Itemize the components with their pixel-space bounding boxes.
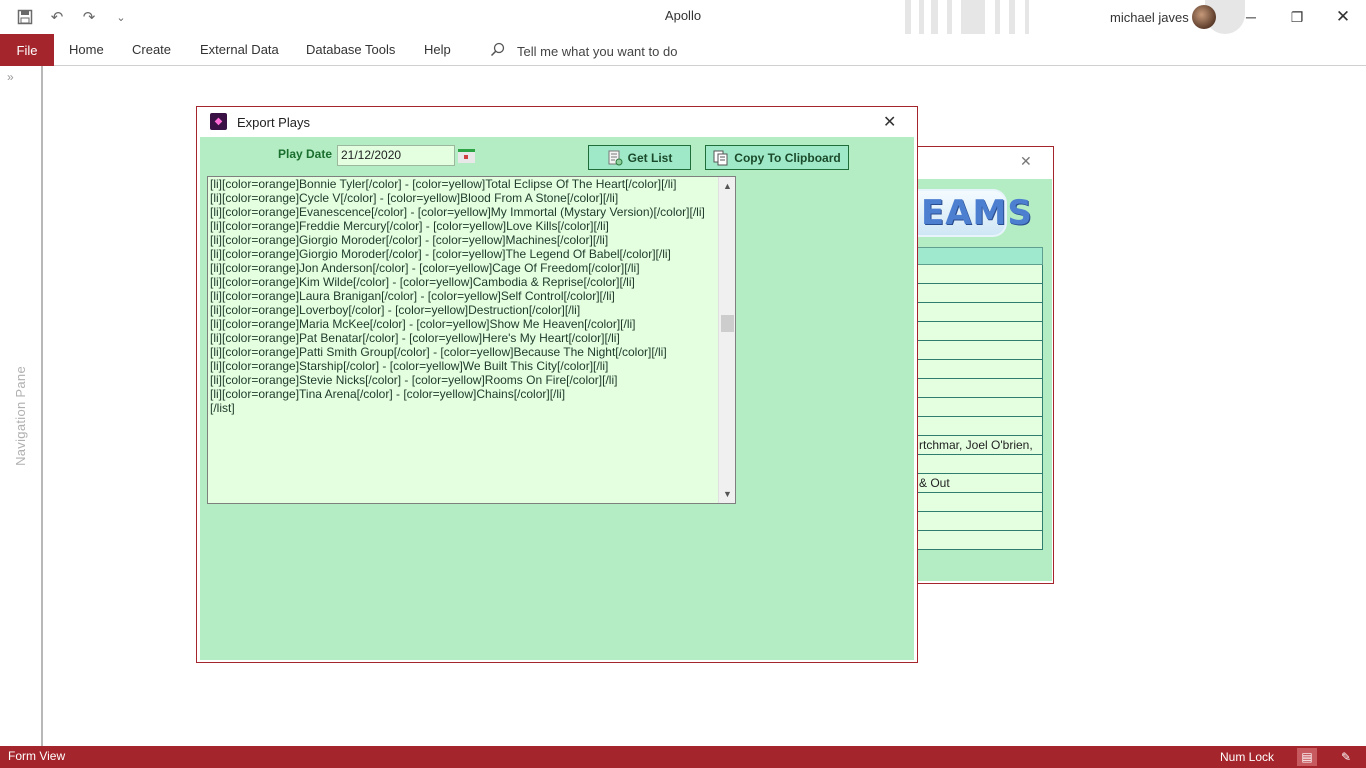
avatar[interactable] xyxy=(1192,5,1216,29)
text-line: [li][color=orange]Loverboy[/color] - [co… xyxy=(210,303,581,317)
table-row[interactable] xyxy=(917,455,1043,474)
table-row[interactable]: & Out xyxy=(917,474,1043,493)
status-view-name: Form View xyxy=(8,749,66,763)
navigation-pane[interactable]: » Navigation Pane xyxy=(0,66,43,746)
dialog-body: Play Date 21/12/2020 Get List Copy To Cl… xyxy=(200,137,914,660)
tab-create[interactable]: Create xyxy=(132,42,171,57)
table-row[interactable] xyxy=(917,303,1043,322)
export-text-area[interactable]: [li][color=orange]Bonnie Tyler[/color] -… xyxy=(207,176,736,504)
table-row[interactable] xyxy=(917,379,1043,398)
text-line: [li][color=orange]Starship[/color] - [co… xyxy=(210,359,609,373)
title-bar: ↶ ↷ ⌄ Apollo michael javes ─ ❐ ✕ xyxy=(0,0,1366,34)
table-row[interactable] xyxy=(917,341,1043,360)
dialog-close-button[interactable]: ✕ xyxy=(883,112,896,132)
status-bar: Form View Num Lock ▤ ✎ xyxy=(0,746,1366,768)
table-row[interactable]: rtchmar, Joel O'brien, xyxy=(917,436,1043,455)
text-line: [li][color=orange]Jon Anderson[/color] -… xyxy=(210,261,640,275)
expand-nav-icon[interactable]: » xyxy=(7,70,14,84)
minimize-icon: ─ xyxy=(1246,9,1256,25)
vertical-scrollbar[interactable]: ▲ ▼ xyxy=(718,177,735,503)
scroll-down-icon[interactable]: ▼ xyxy=(719,487,736,501)
text-line: [li][color=orange]Cycle V[/color] - [col… xyxy=(210,191,619,205)
text-line: [li][color=orange]Laura Branigan[/color]… xyxy=(210,289,615,303)
play-date-input[interactable]: 21/12/2020 xyxy=(337,145,455,166)
text-line: [li][color=orange]Stevie Nicks[/color] -… xyxy=(210,373,618,387)
form-view-icon[interactable]: ▤ xyxy=(1297,748,1317,766)
export-plays-dialog: ◆ Export Plays ✕ Play Date 21/12/2020 Ge… xyxy=(196,106,918,663)
minimize-button[interactable]: ─ xyxy=(1228,0,1274,34)
dialog-title-bar[interactable]: ◆ Export Plays ✕ xyxy=(197,107,917,137)
restore-icon: ❐ xyxy=(1290,8,1304,25)
tell-me-search[interactable]: Tell me what you want to do xyxy=(490,42,677,60)
tab-help[interactable]: Help xyxy=(424,42,451,57)
text-line: [li][color=orange]Freddie Mercury[/color… xyxy=(210,219,609,233)
background-form-close-icon[interactable]: ✕ xyxy=(1020,153,1032,170)
text-line: [li][color=orange]Pat Benatar[/color] - … xyxy=(210,331,620,345)
calendar-icon[interactable] xyxy=(458,149,475,163)
grid-header xyxy=(917,247,1043,265)
tab-file[interactable]: File xyxy=(0,34,54,66)
text-line: [li][color=orange]Tina Arena[/color] - [… xyxy=(210,387,566,401)
close-window-button[interactable]: ✕ xyxy=(1320,0,1366,34)
table-row[interactable] xyxy=(917,265,1043,284)
text-line: [li][color=orange]Bonnie Tyler[/color] -… xyxy=(210,177,677,191)
num-lock-indicator: Num Lock xyxy=(1220,750,1275,764)
table-row[interactable] xyxy=(917,417,1043,436)
teams-logo: EAMS xyxy=(917,189,1032,237)
copy-icon xyxy=(713,150,729,166)
tab-home[interactable]: Home xyxy=(69,42,104,57)
table-row[interactable] xyxy=(917,398,1043,417)
text-line: [li][color=orange]Kim Wilde[/color] - [c… xyxy=(210,275,635,289)
background-form: ✕ EAMS rtchmar, Joel O'brien, & Out xyxy=(915,146,1054,584)
table-row[interactable] xyxy=(917,512,1043,531)
user-name[interactable]: michael javes xyxy=(1110,10,1189,25)
get-list-label: Get List xyxy=(627,150,673,165)
tab-external-data[interactable]: External Data xyxy=(200,42,279,57)
ribbon-tabs: File Home Create External Data Database … xyxy=(0,34,1366,66)
text-line: [/list] xyxy=(210,401,235,415)
app-logo-icon: ◆ xyxy=(210,113,227,130)
list-icon xyxy=(607,150,623,166)
restore-button[interactable]: ❐ xyxy=(1274,0,1320,34)
text-line: [li][color=orange]Patti Smith Group[/col… xyxy=(210,345,667,359)
table-row[interactable] xyxy=(917,531,1043,550)
scroll-up-icon[interactable]: ▲ xyxy=(719,179,736,193)
get-list-button[interactable]: Get List xyxy=(588,145,691,170)
scrollbar-thumb[interactable] xyxy=(721,315,734,332)
text-line: [li][color=orange]Giorgio Moroder[/color… xyxy=(210,247,671,261)
text-line: [li][color=orange]Giorgio Moroder[/color… xyxy=(210,233,609,247)
table-row[interactable] xyxy=(917,284,1043,303)
tell-me-placeholder: Tell me what you want to do xyxy=(517,43,678,59)
search-icon xyxy=(490,42,505,60)
copy-to-clipboard-button[interactable]: Copy To Clipboard xyxy=(705,145,849,170)
play-date-label: Play Date xyxy=(278,147,333,161)
dialog-title: Export Plays xyxy=(237,115,310,130)
close-icon: ✕ xyxy=(883,114,897,131)
text-line: [li][color=orange]Maria McKee[/color] - … xyxy=(210,317,636,331)
export-text-content: [li][color=orange]Bonnie Tyler[/color] -… xyxy=(210,177,718,415)
table-row[interactable] xyxy=(917,493,1043,512)
table-row[interactable] xyxy=(917,360,1043,379)
text-line: [li][color=orange]Evanescence[/color] - … xyxy=(210,205,705,219)
close-icon: ✕ xyxy=(1335,7,1351,26)
background-form-body: EAMS rtchmar, Joel O'brien, & Out xyxy=(917,179,1052,581)
navigation-pane-label[interactable]: Navigation Pane xyxy=(13,366,33,466)
design-view-icon[interactable]: ✎ xyxy=(1336,748,1356,766)
background-grid: rtchmar, Joel O'brien, & Out xyxy=(917,247,1043,550)
table-row[interactable] xyxy=(917,322,1043,341)
copy-to-clipboard-label: Copy To Clipboard xyxy=(734,150,841,165)
tab-database-tools[interactable]: Database Tools xyxy=(306,42,395,57)
